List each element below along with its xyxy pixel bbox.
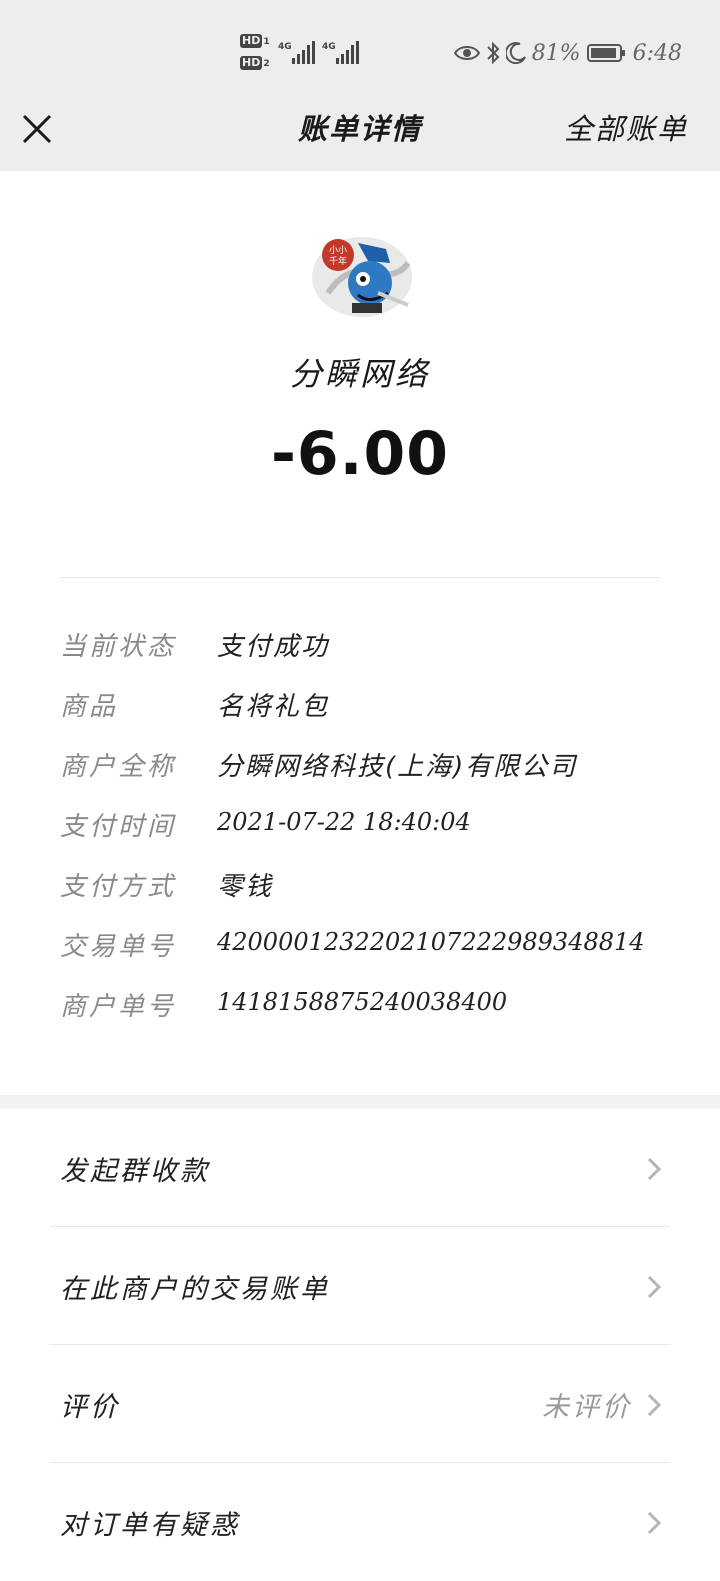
- avatar-badge-text-top: 小小: [329, 245, 347, 256]
- detail-value: 2021-07-22 18:40:04: [217, 808, 471, 836]
- chevron-right-icon: [647, 1511, 662, 1535]
- clock: 6:48: [632, 40, 682, 66]
- detail-label: 支付方式: [60, 872, 177, 902]
- eye-icon: [453, 46, 480, 60]
- hd1-badge: HD: [240, 34, 263, 48]
- bill-summary: 小小 千年 分瞬网络 -6.00 当前状态 支付成功 商品 名将礼包 商户全称 …: [0, 171, 720, 1095]
- signal-icon: 4G: [278, 41, 315, 64]
- net1-label: 4G: [278, 42, 292, 52]
- group-collect-button[interactable]: 发起群收款: [0, 1109, 720, 1227]
- rate-button[interactable]: 评价 未评价: [0, 1345, 720, 1463]
- bluetooth-icon: [486, 41, 500, 65]
- action-label: 评价: [60, 1392, 120, 1423]
- detail-value: 名将礼包: [217, 692, 330, 722]
- detail-value: 支付成功: [217, 632, 330, 662]
- action-label: 在此商户的交易账单: [60, 1274, 330, 1305]
- section-gap: [0, 1095, 720, 1109]
- detail-row-pay-method: 支付方式 零钱: [60, 866, 680, 906]
- divider: [60, 577, 660, 578]
- detail-row-pay-time: 支付时间 2021-07-22 18:40:04: [60, 806, 680, 846]
- detail-row-product: 商品 名将礼包: [60, 686, 680, 726]
- detail-value: 分瞬网络科技(上海)有限公司: [217, 752, 578, 782]
- hd2-number: 2: [263, 59, 270, 69]
- detail-value[interactable]: 4200001232202107222989348814: [217, 928, 645, 956]
- detail-label: 支付时间: [60, 812, 177, 842]
- detail-label: 商户单号: [60, 992, 177, 1022]
- status-right-group: 81% 6:48: [453, 36, 682, 70]
- signal-icon-2: 4G: [322, 41, 359, 64]
- action-list: 发起群收款 在此商户的交易账单 评价 未评价 对订单有疑惑: [0, 1109, 720, 1560]
- all-bills-link[interactable]: 全部账单: [564, 106, 688, 148]
- detail-value[interactable]: 1418158875240038400: [217, 988, 507, 1016]
- detail-label: 交易单号: [60, 932, 177, 962]
- detail-label: 当前状态: [60, 632, 177, 662]
- detail-row-merchant-order-id: 商户单号 1418158875240038400: [60, 986, 680, 1026]
- action-label: 发起群收款: [60, 1156, 210, 1187]
- battery-icon: [586, 44, 625, 62]
- hd-indicator: HD 1 HD 2: [240, 34, 274, 74]
- rating-status: 未评价: [542, 1392, 632, 1423]
- merchant-bills-button[interactable]: 在此商户的交易账单: [0, 1227, 720, 1345]
- nav-bar: 账单详情 全部账单: [0, 100, 720, 171]
- detail-row-transaction-id: 交易单号 4200001232202107222989348814: [60, 926, 680, 966]
- detail-label: 商品: [60, 692, 119, 722]
- detail-row-merchant-full-name: 商户全称 分瞬网络科技(上海)有限公司: [60, 746, 680, 786]
- merchant-name: 分瞬网络: [289, 355, 430, 393]
- chevron-right-icon: [647, 1393, 662, 1417]
- avatar-badge-text-bottom: 千年: [329, 255, 347, 267]
- battery-percent: 81%: [531, 40, 581, 66]
- detail-row-status: 当前状态 支付成功: [60, 626, 680, 666]
- hd1-number: 1: [263, 37, 270, 47]
- order-question-button[interactable]: 对订单有疑惑: [0, 1463, 720, 1581]
- amount: -6.00: [271, 419, 449, 489]
- detail-value: 零钱: [217, 872, 274, 902]
- hd2-badge: HD: [240, 56, 263, 70]
- net2-label: 4G: [322, 42, 336, 52]
- status-bar: HD 1 HD 2 4G 4G 81% 6:48: [0, 0, 720, 100]
- moon-icon: [505, 42, 526, 64]
- chevron-right-icon: [647, 1275, 662, 1299]
- merchant-avatar: 小小 千年: [312, 237, 412, 317]
- chevron-right-icon: [647, 1157, 662, 1181]
- action-label: 对订单有疑惑: [60, 1510, 240, 1541]
- detail-label: 商户全称: [60, 752, 177, 782]
